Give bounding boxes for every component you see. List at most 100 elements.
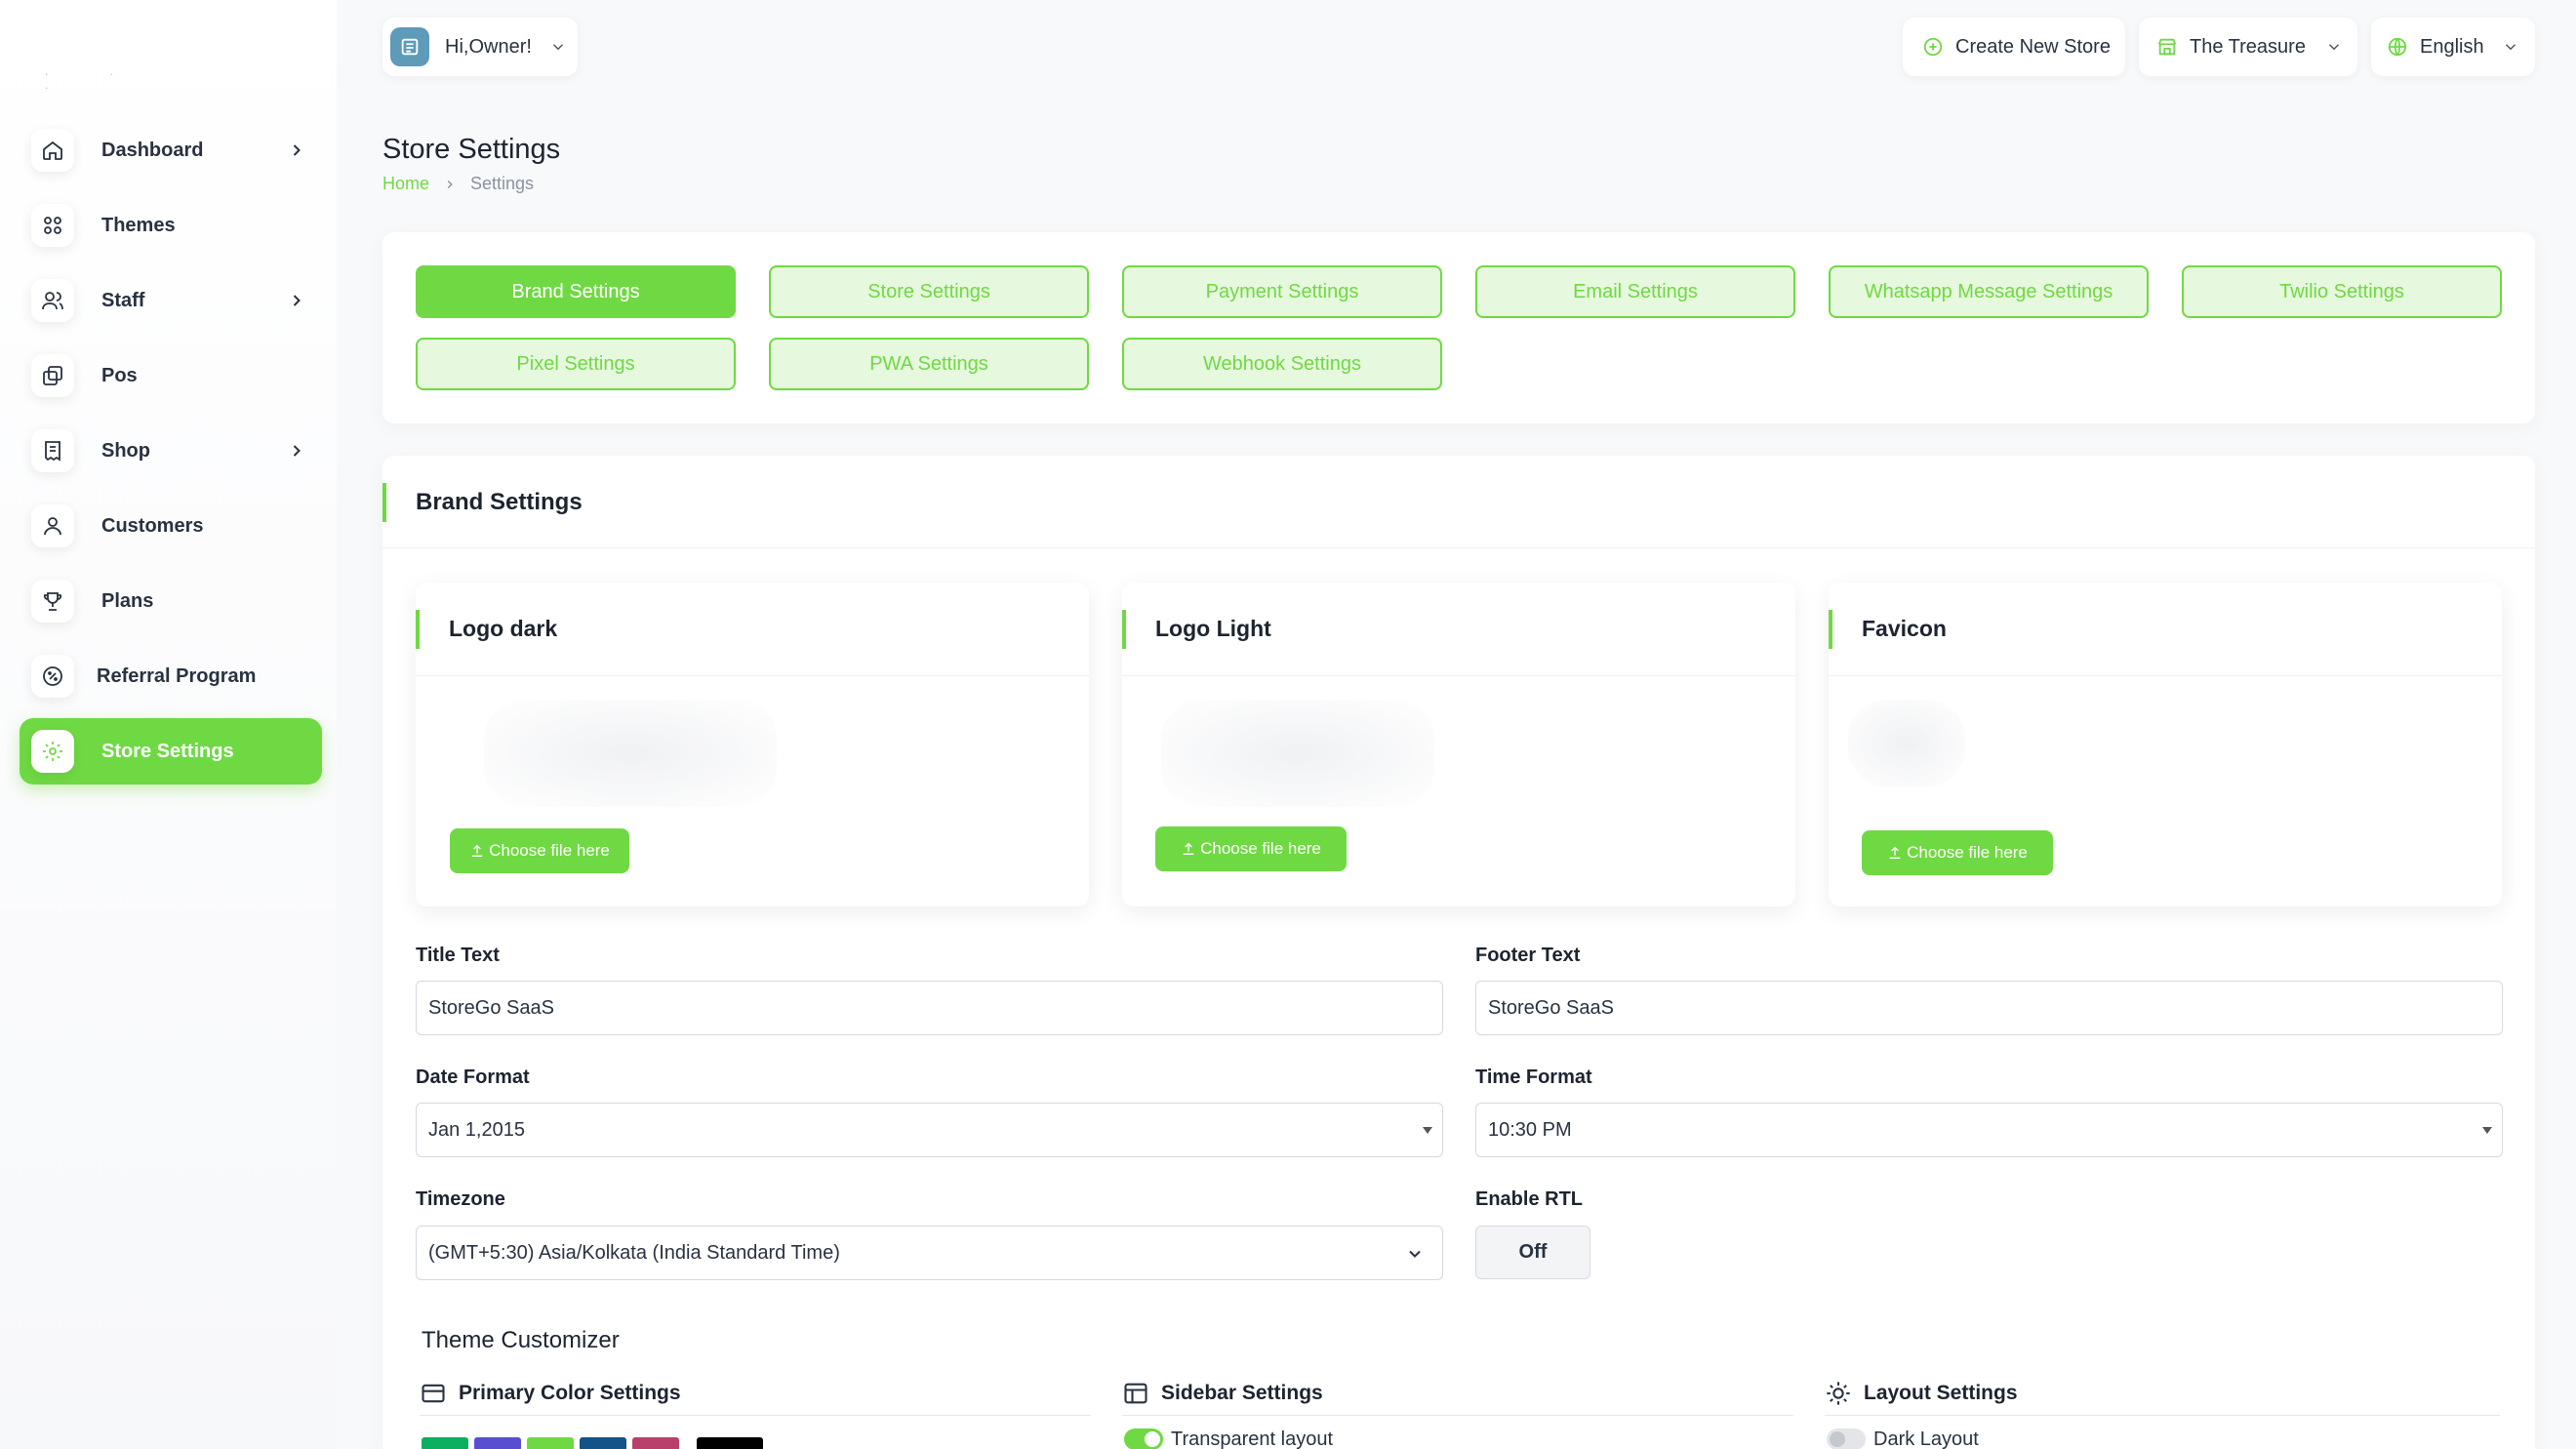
tab-pixel-settings[interactable]: Pixel Settings xyxy=(416,338,736,390)
user-menu[interactable]: Hi,Owner! xyxy=(382,18,578,76)
sidebar-logo: . . . xyxy=(45,64,143,92)
create-store-button[interactable]: Create New Store xyxy=(1903,18,2125,76)
date-format-label: Date Format xyxy=(416,1067,530,1088)
toggle-knob xyxy=(1145,1431,1160,1447)
section-header: Brand Settings xyxy=(382,456,2535,548)
sidebar-item-label: Pos xyxy=(101,364,138,386)
chevron-down-icon xyxy=(2325,38,2343,56)
layers-icon xyxy=(31,354,74,397)
tab-brand-settings[interactable]: Brand Settings xyxy=(416,265,736,318)
transparent-layout-label: Transparent layout xyxy=(1171,1429,1334,1449)
title-text-input[interactable]: StoreGo SaaS xyxy=(416,981,1443,1035)
user-icon xyxy=(31,504,74,547)
tab-email-settings[interactable]: Email Settings xyxy=(1475,265,1795,318)
chevron-right-icon xyxy=(287,141,306,160)
sidebar: . . . Dashboard Themes Staff Pos Shop Cu… xyxy=(0,0,337,1449)
sidebar-settings-label: Sidebar Settings xyxy=(1161,1382,1323,1404)
sidebar-item-plans[interactable]: Plans xyxy=(20,568,322,634)
divider xyxy=(420,1415,1091,1416)
layout-icon xyxy=(1124,1383,1147,1404)
time-format-value: 10:30 PM xyxy=(1488,1118,1572,1141)
color-swatch[interactable] xyxy=(697,1437,763,1449)
card-title: Logo dark xyxy=(449,616,558,641)
time-format-label: Time Format xyxy=(1475,1067,1592,1088)
avatar xyxy=(390,27,429,66)
sidebar-item-pos[interactable]: Pos xyxy=(20,342,322,409)
timezone-label: Timezone xyxy=(416,1188,505,1210)
dark-layout-label: Dark Layout xyxy=(1873,1429,1979,1449)
language-label: English xyxy=(2420,35,2484,58)
sidebar-item-label: Staff xyxy=(101,289,145,311)
choose-file-button[interactable]: Choose file here xyxy=(1862,830,2053,875)
store-name: The Treasure xyxy=(2190,35,2306,58)
tab-store-settings[interactable]: Store Settings xyxy=(769,265,1089,318)
sidebar-item-label: Customers xyxy=(101,514,204,537)
tab-twilio-settings[interactable]: Twilio Settings xyxy=(2182,265,2502,318)
choose-file-button[interactable]: Choose file here xyxy=(450,828,629,873)
sidebar-item-label: Dashboard xyxy=(101,139,204,161)
create-store-label: Create New Store xyxy=(1955,35,2111,58)
enable-rtl-label: Enable RTL xyxy=(1475,1188,1584,1210)
greeting-text: Hi,Owner! xyxy=(445,35,532,58)
tab-whatsapp-message-settings[interactable]: Whatsapp Message Settings xyxy=(1829,265,2149,318)
date-format-value: Jan 1,2015 xyxy=(428,1118,525,1141)
breadcrumb-home[interactable]: Home xyxy=(382,174,429,194)
chevron-down-icon xyxy=(1405,1244,1425,1269)
time-format-select[interactable]: 10:30 PM xyxy=(1475,1103,2503,1157)
choose-file-label: Choose file here xyxy=(1200,839,1321,858)
settings-tabs-card: Brand Settings Store Settings Payment Se… xyxy=(382,232,2535,423)
sidebar-item-shop[interactable]: Shop xyxy=(20,418,322,484)
upload-icon xyxy=(1889,846,1901,859)
tab-webhook-settings[interactable]: Webhook Settings xyxy=(1122,338,1442,390)
favicon-card: Favicon Choose file here xyxy=(1829,583,2502,906)
language-switcher[interactable]: English xyxy=(2371,18,2535,76)
receipt-icon xyxy=(31,429,74,472)
sidebar-item-themes[interactable]: Themes xyxy=(20,192,322,259)
sidebar-item-referral-program[interactable]: Referral Program xyxy=(20,643,322,709)
transparent-layout-toggle[interactable] xyxy=(1124,1429,1163,1449)
divider xyxy=(1825,1415,2500,1416)
dark-layout-toggle[interactable] xyxy=(1827,1429,1866,1449)
color-swatch[interactable] xyxy=(527,1437,574,1449)
sidebar-item-label: Referral Program xyxy=(97,664,257,687)
tab-pwa-settings[interactable]: PWA Settings xyxy=(769,338,1089,390)
footer-text-input[interactable]: StoreGo SaaS xyxy=(1475,981,2503,1035)
plus-circle-icon xyxy=(1923,37,1943,57)
page-title: Store Settings xyxy=(382,134,561,165)
sidebar-item-dashboard[interactable]: Dashboard xyxy=(20,117,322,183)
chevron-down-icon xyxy=(2502,38,2519,56)
color-swatch[interactable] xyxy=(474,1437,521,1449)
primary-color-label: Primary Color Settings xyxy=(459,1382,681,1404)
logo-dark-preview xyxy=(484,700,777,807)
trophy-icon xyxy=(31,580,74,623)
chevron-right-icon xyxy=(287,441,306,461)
store-switcher[interactable]: The Treasure xyxy=(2139,18,2357,76)
timezone-select[interactable]: (GMT+5:30) Asia/Kolkata (India Standard … xyxy=(416,1226,1443,1280)
discount-icon xyxy=(31,655,74,698)
sidebar-item-staff[interactable]: Staff xyxy=(20,267,322,334)
toggle-knob xyxy=(1830,1431,1845,1447)
credit-card-icon xyxy=(422,1384,445,1403)
upload-icon xyxy=(471,844,483,857)
sidebar-settings-heading: Sidebar Settings xyxy=(1122,1374,1323,1413)
timezone-value: (GMT+5:30) Asia/Kolkata (India Standard … xyxy=(428,1241,840,1264)
sidebar-item-label: Store Settings xyxy=(101,740,234,762)
accent-bar xyxy=(1122,610,1126,649)
card-title: Favicon xyxy=(1862,616,1947,641)
favicon-preview xyxy=(1848,700,1965,787)
color-swatch[interactable] xyxy=(580,1437,626,1449)
color-swatch[interactable] xyxy=(422,1437,468,1449)
choose-file-label: Choose file here xyxy=(1907,843,2028,862)
logo-light-preview xyxy=(1161,700,1434,807)
date-format-select[interactable]: Jan 1,2015 xyxy=(416,1103,1443,1157)
layout-settings-heading: Layout Settings xyxy=(1825,1374,2018,1413)
sidebar-item-customers[interactable]: Customers xyxy=(20,493,322,559)
card-header: Logo dark xyxy=(416,583,1089,676)
primary-color-heading: Primary Color Settings xyxy=(420,1374,681,1413)
tab-payment-settings[interactable]: Payment Settings xyxy=(1122,265,1442,318)
color-swatch[interactable] xyxy=(632,1437,679,1449)
enable-rtl-toggle[interactable]: Off xyxy=(1475,1226,1590,1279)
choose-file-button[interactable]: Choose file here xyxy=(1155,826,1347,871)
caret-down-icon xyxy=(1423,1127,1432,1134)
sidebar-item-store-settings[interactable]: Store Settings xyxy=(20,718,322,785)
